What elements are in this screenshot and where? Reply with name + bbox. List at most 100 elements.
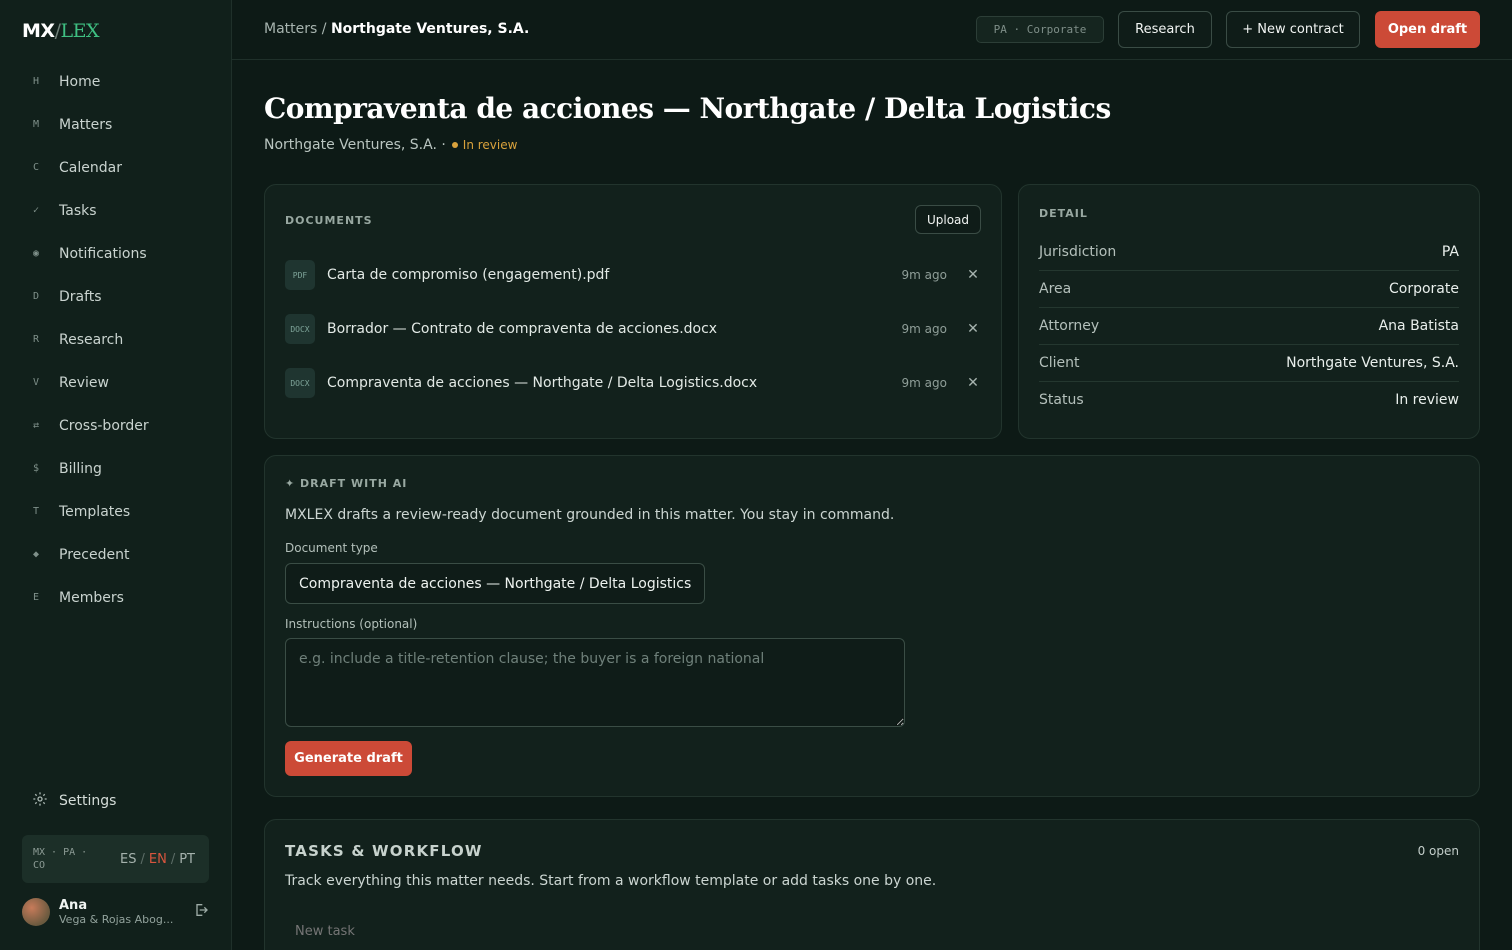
lang-separator: / (170, 851, 176, 867)
sidebar-item-key: M (33, 119, 40, 130)
detail-value: In review (1395, 391, 1459, 408)
avatar (22, 898, 50, 926)
file-type-icon: DOCX (285, 368, 315, 398)
detail-row: Jurisdiction PA (1039, 233, 1459, 270)
documents-card: DOCUMENTS Upload PDF Carta de compromiso … (264, 184, 1002, 439)
sidebar-item-matters[interactable]: M Matters (22, 103, 212, 146)
sidebar-item-label: Drafts (59, 288, 102, 305)
sidebar-item-review[interactable]: V Review (22, 361, 212, 404)
sidebar-item-tasks[interactable]: ✓ Tasks (22, 189, 212, 232)
sidebar-item-members[interactable]: E Members (22, 576, 212, 619)
language-switcher: ES / EN / PT (120, 852, 195, 867)
sidebar-item-drafts[interactable]: D Drafts (22, 275, 212, 318)
status-dot (451, 142, 458, 148)
sidebar-item-label: Templates (59, 503, 131, 520)
document-row[interactable]: PDF Carta de compromiso (engagement).pdf 9… (285, 259, 981, 291)
sidebar-item-label: Matters (59, 116, 113, 133)
generate-draft-button[interactable]: Generate draft (285, 741, 412, 776)
document-name[interactable]: Compraventa de acciones — Northgate / De… (327, 375, 902, 391)
sidebar-item-label: Billing (59, 460, 102, 477)
sidebar-item-label: Notifications (59, 245, 147, 262)
sidebar-item-label: Members (59, 589, 124, 606)
sidebar-item-key: V (33, 377, 40, 388)
user-info: Ana Vega & Rojas Abog... (59, 898, 187, 926)
detail-key: Area (1039, 280, 1072, 297)
settings-label: Settings (59, 793, 117, 809)
detail-row: Status In review (1039, 381, 1459, 418)
sidebar-item-templates[interactable]: T Templates (22, 490, 212, 533)
sidebar-item-cross-border[interactable]: ⇄ Cross-border (22, 404, 212, 447)
tasks-open-count: 0 open (1417, 844, 1459, 858)
document-time: 9m ago (901, 322, 947, 336)
region-codes-line1: MX · PA · (33, 847, 88, 858)
matter-client: Northgate Ventures, S.A. · (264, 137, 446, 153)
detail-label: DETAIL (1039, 207, 1088, 220)
new-task-input[interactable] (285, 916, 885, 946)
sidebar-item-label: Tasks (59, 202, 97, 219)
close-icon[interactable]: ✕ (965, 375, 981, 391)
logo-lex: LEX (60, 20, 99, 42)
breadcrumb-parent[interactable]: Matters (264, 21, 317, 37)
tasks-title: TASKS & WORKFLOW (285, 842, 483, 860)
sidebar-item-precedent[interactable]: ◆ Precedent (22, 533, 212, 576)
sidebar-item-key: R (33, 334, 40, 345)
sidebar-item-settings[interactable]: Settings (22, 786, 116, 816)
detail-row: Attorney Ana Batista (1039, 307, 1459, 344)
user-profile[interactable]: Ana Vega & Rojas Abog... (22, 895, 209, 929)
region-codes[interactable]: MX · PA · CO (33, 846, 91, 872)
close-icon[interactable]: ✕ (965, 267, 981, 283)
detail-key: Status (1039, 391, 1084, 408)
new-contract-button[interactable]: + New contract (1226, 11, 1360, 48)
sidebar-item-key: ◉ (33, 248, 40, 259)
jurisdiction-area-tag: PA · Corporate (976, 16, 1104, 43)
sidebar-nav: H Home M Matters C Calendar ✓ Tasks ◉ Notificatio… (22, 60, 212, 619)
lang-separator: / (140, 851, 145, 867)
sidebar-item-home[interactable]: H Home (22, 60, 212, 103)
sidebar-item-label: Review (59, 374, 109, 391)
sidebar-item-notifications[interactable]: ◉ Notifications (22, 232, 212, 275)
logout-icon[interactable] (193, 902, 209, 922)
document-name[interactable]: Carta de compromiso (engagement).pdf (327, 267, 902, 283)
instructions-textarea[interactable] (285, 638, 905, 727)
sidebar-item-label: Home (59, 73, 101, 90)
sidebar-item-key: T (33, 506, 40, 517)
document-time: 9m ago (901, 376, 947, 390)
gear-icon (22, 791, 59, 811)
detail-value: PA (1441, 243, 1459, 260)
matter-subtitle: Northgate Ventures, S.A. · In review (264, 137, 517, 153)
detail-card: DETAIL Jurisdiction PA Area Corporate Attorn… (1018, 184, 1480, 439)
file-type-icon: PDF (285, 260, 315, 290)
document-name[interactable]: Borrador — Contrato de compraventa de ac… (327, 321, 902, 337)
sidebar-item-label: Research (59, 331, 124, 348)
sidebar-item-research[interactable]: R Research (22, 318, 212, 361)
sidebar-item-key: E (33, 592, 40, 603)
user-firm: Vega & Rojas Abog... (59, 913, 174, 926)
detail-row: Client Northgate Ventures, S.A. (1039, 344, 1459, 381)
sidebar-item-billing[interactable]: $ Billing (22, 447, 212, 490)
lang-en[interactable]: EN (149, 852, 167, 867)
breadcrumb-current: Northgate Ventures, S.A. (330, 21, 530, 37)
sidebar-item-key: ✓ (33, 205, 40, 216)
lang-es[interactable]: ES (120, 852, 136, 867)
close-icon[interactable]: ✕ (965, 321, 981, 337)
region-codes-line2: CO (33, 860, 46, 871)
logo[interactable]: MX/LEX (22, 20, 99, 42)
draft-ai-card: ✦ DRAFT WITH AI MXLEX drafts a review-re… (264, 455, 1480, 797)
document-row[interactable]: DOCX Compraventa de acciones — Northgate … (285, 367, 981, 399)
sidebar-item-key: ◆ (33, 549, 40, 560)
document-type-input[interactable] (285, 563, 705, 604)
status-badge: In review (462, 138, 518, 152)
topbar: Matters / Northgate Ventures, S.A. PA · … (232, 0, 1512, 60)
detail-value: Ana Batista (1378, 317, 1459, 334)
lang-pt[interactable]: PT (179, 852, 195, 867)
upload-button[interactable]: Upload (915, 205, 981, 234)
sidebar-item-key: D (33, 291, 40, 302)
document-row[interactable]: DOCX Borrador — Contrato de compraventa d… (285, 313, 981, 345)
sidebar-item-key: C (33, 162, 40, 173)
research-button[interactable]: Research (1118, 11, 1212, 48)
open-draft-button[interactable]: Open draft (1375, 11, 1480, 48)
sidebar-item-label: Precedent (59, 546, 130, 563)
sidebar-item-calendar[interactable]: C Calendar (22, 146, 212, 189)
detail-key: Attorney (1039, 317, 1100, 334)
breadcrumb-separator: / (321, 21, 327, 37)
